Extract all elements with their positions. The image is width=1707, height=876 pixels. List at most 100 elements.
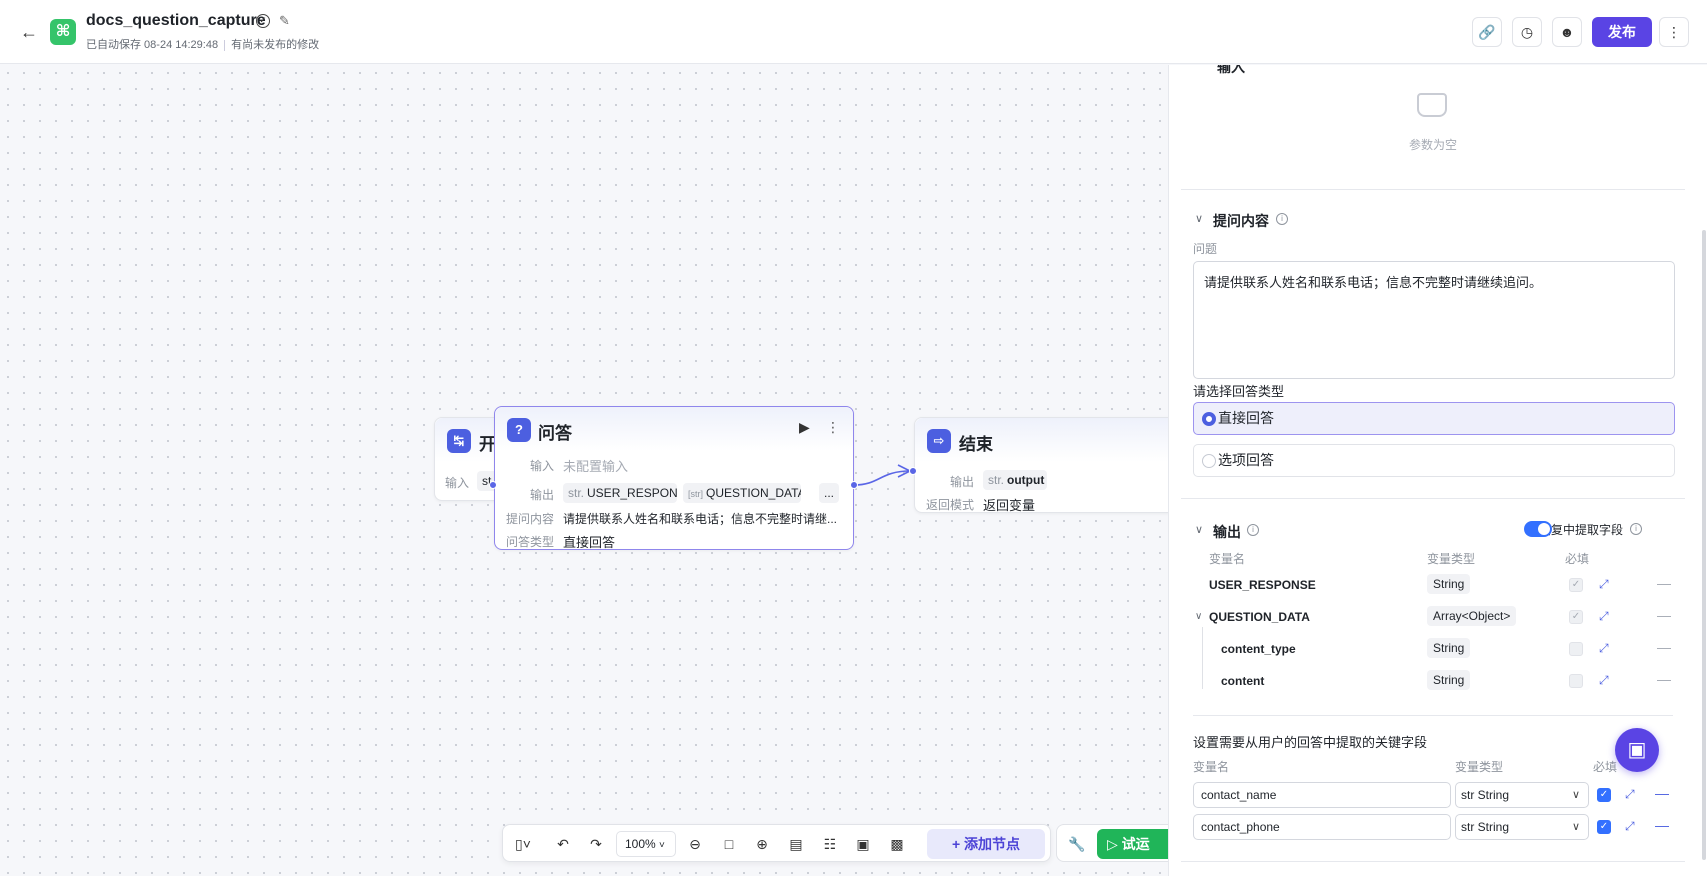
tree-line [1202, 627, 1203, 689]
qa-prompt-value: 请提供联系人姓名和联系电话；信息不完整时请继... [563, 512, 838, 526]
qa-answer-type-label: 问答类型 [506, 535, 555, 549]
required-checkbox[interactable] [1569, 674, 1583, 688]
remove-icon[interactable]: — [1655, 785, 1669, 801]
remove-icon[interactable]: — [1657, 639, 1671, 655]
expand-row-chevron-icon[interactable]: ∨ [1195, 611, 1202, 622]
remove-icon: — [1657, 575, 1671, 591]
zoom-in-icon[interactable]: ⊕ [752, 834, 772, 854]
end-node[interactable]: ⇨ 结束 输出 str. output 返回模式 返回变量 [914, 417, 1170, 513]
output-row-name: QUESTION_DATA [1209, 610, 1310, 624]
expand-icon[interactable]: ⤢ [1599, 609, 1609, 624]
wrench-icon[interactable]: 🔧 [1067, 834, 1087, 854]
edit-pencil-icon[interactable]: ✎ [279, 13, 290, 29]
edge-qa-to-end [853, 470, 911, 486]
workflow-canvas[interactable]: ↹ 开 输入 st ? 问答 ▶ ⋮ 输入 未配置输入 输出 str. USER_… [0, 65, 1170, 876]
start-node-icon: ↹ [447, 429, 471, 453]
output-row-type: String [1427, 670, 1471, 690]
zoom-chevron-down-icon: ˅ [659, 840, 665, 851]
top-header: ← ⌘ docs_question_capture ✓ ✎ 已自动保存 08-2… [0, 0, 1707, 64]
output-row-type: String [1427, 638, 1471, 658]
extract-toggle[interactable] [1524, 521, 1552, 537]
extract-type-select[interactable]: str String ∨ [1455, 814, 1589, 840]
required-checkbox-checked[interactable]: ✓ [1597, 788, 1611, 802]
link-icon[interactable]: 🔗 [1472, 17, 1502, 47]
publish-button[interactable]: 发布 [1592, 17, 1652, 47]
info-icon[interactable]: i [1630, 523, 1642, 535]
extract-type-select[interactable]: str String ∨ [1455, 782, 1589, 808]
history-clock-icon[interactable]: ◷ [1512, 17, 1542, 47]
output-row-type: String [1427, 574, 1471, 594]
chevron-down-icon: ∨ [1571, 821, 1580, 833]
zoom-select[interactable]: 100% ˅ [616, 831, 676, 857]
output-2-name: QUESTION_DATA [706, 486, 801, 500]
remove-icon[interactable]: — [1655, 817, 1669, 833]
node-more-icon[interactable]: ⋮ [826, 419, 840, 436]
extract-name-input[interactable]: contact_phone [1193, 814, 1451, 840]
expand-icon[interactable]: ⤢ [1599, 641, 1609, 656]
radio-option-answer[interactable]: 选项回答 [1193, 444, 1675, 477]
end-output-label: 输出 [950, 475, 975, 489]
radio-dot [1202, 454, 1216, 468]
collapse-chevron-icon[interactable]: ∨ [1195, 212, 1203, 225]
image-icon[interactable]: ▣ [853, 834, 873, 854]
qa-node[interactable]: ? 问答 ▶ ⋮ 输入 未配置输入 输出 str.USER_RESPONSE [… [494, 406, 854, 550]
info-icon[interactable]: i [1247, 524, 1259, 536]
end-input-port[interactable] [909, 467, 917, 475]
end-return-label: 返回模式 [926, 498, 975, 512]
back-arrow-icon[interactable]: ← [17, 20, 41, 44]
more-outputs-tag[interactable]: ... [819, 483, 839, 503]
assistant-float-icon[interactable]: ▣ [1615, 728, 1659, 772]
run-toolbar: 🔧 ▷ 试运 [1056, 824, 1171, 862]
output-2-prefix: [str] [688, 489, 703, 499]
collapse-chevron-icon[interactable]: ∨ [1195, 523, 1203, 536]
user-share-icon[interactable]: ☻ [1552, 17, 1582, 47]
minimap-icon[interactable]: ▩ [887, 834, 907, 854]
panel-scrollbar[interactable] [1702, 230, 1706, 860]
mouse-mode-icon[interactable]: ▯˅ [513, 834, 533, 854]
trial-run-button[interactable]: ▷ 试运 [1097, 829, 1171, 859]
required-checkbox: ✓ [1569, 610, 1583, 624]
end-return-value: 返回变量 [983, 498, 1036, 513]
qa-prompt-label: 提问内容 [506, 512, 555, 526]
required-checkbox: ✓ [1569, 578, 1583, 592]
divider [1193, 715, 1673, 716]
expand-icon[interactable]: ⤢ [1599, 673, 1609, 688]
add-node-label: 添加节点 [964, 836, 1021, 852]
more-vertical-icon[interactable]: ⋮ [1659, 17, 1689, 47]
expand-icon[interactable]: ⤢ [1599, 577, 1609, 592]
col-required: 必填 [1593, 760, 1618, 774]
output-1-name: USER_RESPONSE [587, 486, 677, 500]
output-row-name: content_type [1221, 642, 1296, 656]
qa-input-port[interactable] [489, 481, 497, 489]
expand-icon[interactable]: ⤢ [1625, 787, 1635, 802]
question-node-icon: ? [507, 418, 531, 442]
end-output-name: output [1007, 473, 1045, 487]
expand-icon[interactable]: ⤢ [1625, 819, 1635, 834]
radio-dot-selected [1202, 412, 1216, 426]
extract-name-input[interactable]: contact_name [1193, 782, 1451, 808]
remove-icon[interactable]: — [1657, 671, 1671, 687]
qa-output-port[interactable] [850, 481, 858, 489]
col-var-type: 变量类型 [1427, 552, 1476, 566]
add-node-button[interactable]: + 添加节点 [927, 829, 1045, 859]
col-var-name: 变量名 [1193, 760, 1230, 774]
undo-icon[interactable]: ↶ [553, 834, 573, 854]
extract-type-value: str String [1461, 820, 1510, 834]
qa-answer-type-value: 直接回答 [563, 535, 616, 550]
fit-view-icon[interactable]: □ [719, 834, 739, 854]
required-checkbox-checked[interactable]: ✓ [1597, 820, 1611, 834]
end-output-prefix: str. [988, 473, 1005, 487]
info-icon[interactable]: i [1276, 213, 1288, 225]
run-play-icon[interactable]: ▶ [799, 419, 810, 436]
end-node-title: 结束 [959, 435, 993, 454]
radio-direct-answer[interactable]: 直接回答 [1193, 402, 1675, 435]
divider [1181, 861, 1685, 862]
question-textarea[interactable]: 请提供联系人姓名和联系电话；信息不完整时请继续追问。 [1193, 261, 1675, 379]
required-checkbox[interactable] [1569, 642, 1583, 656]
extract-section-title: 设置需要从用户的回答中提取的关键字段 [1193, 735, 1428, 750]
extract-type-value: str String [1461, 788, 1510, 802]
redo-icon[interactable]: ↷ [586, 834, 606, 854]
comment-icon[interactable]: ▤ [786, 834, 806, 854]
layout-tree-icon[interactable]: ☷ [820, 834, 840, 854]
zoom-out-icon[interactable]: ⊖ [685, 834, 705, 854]
